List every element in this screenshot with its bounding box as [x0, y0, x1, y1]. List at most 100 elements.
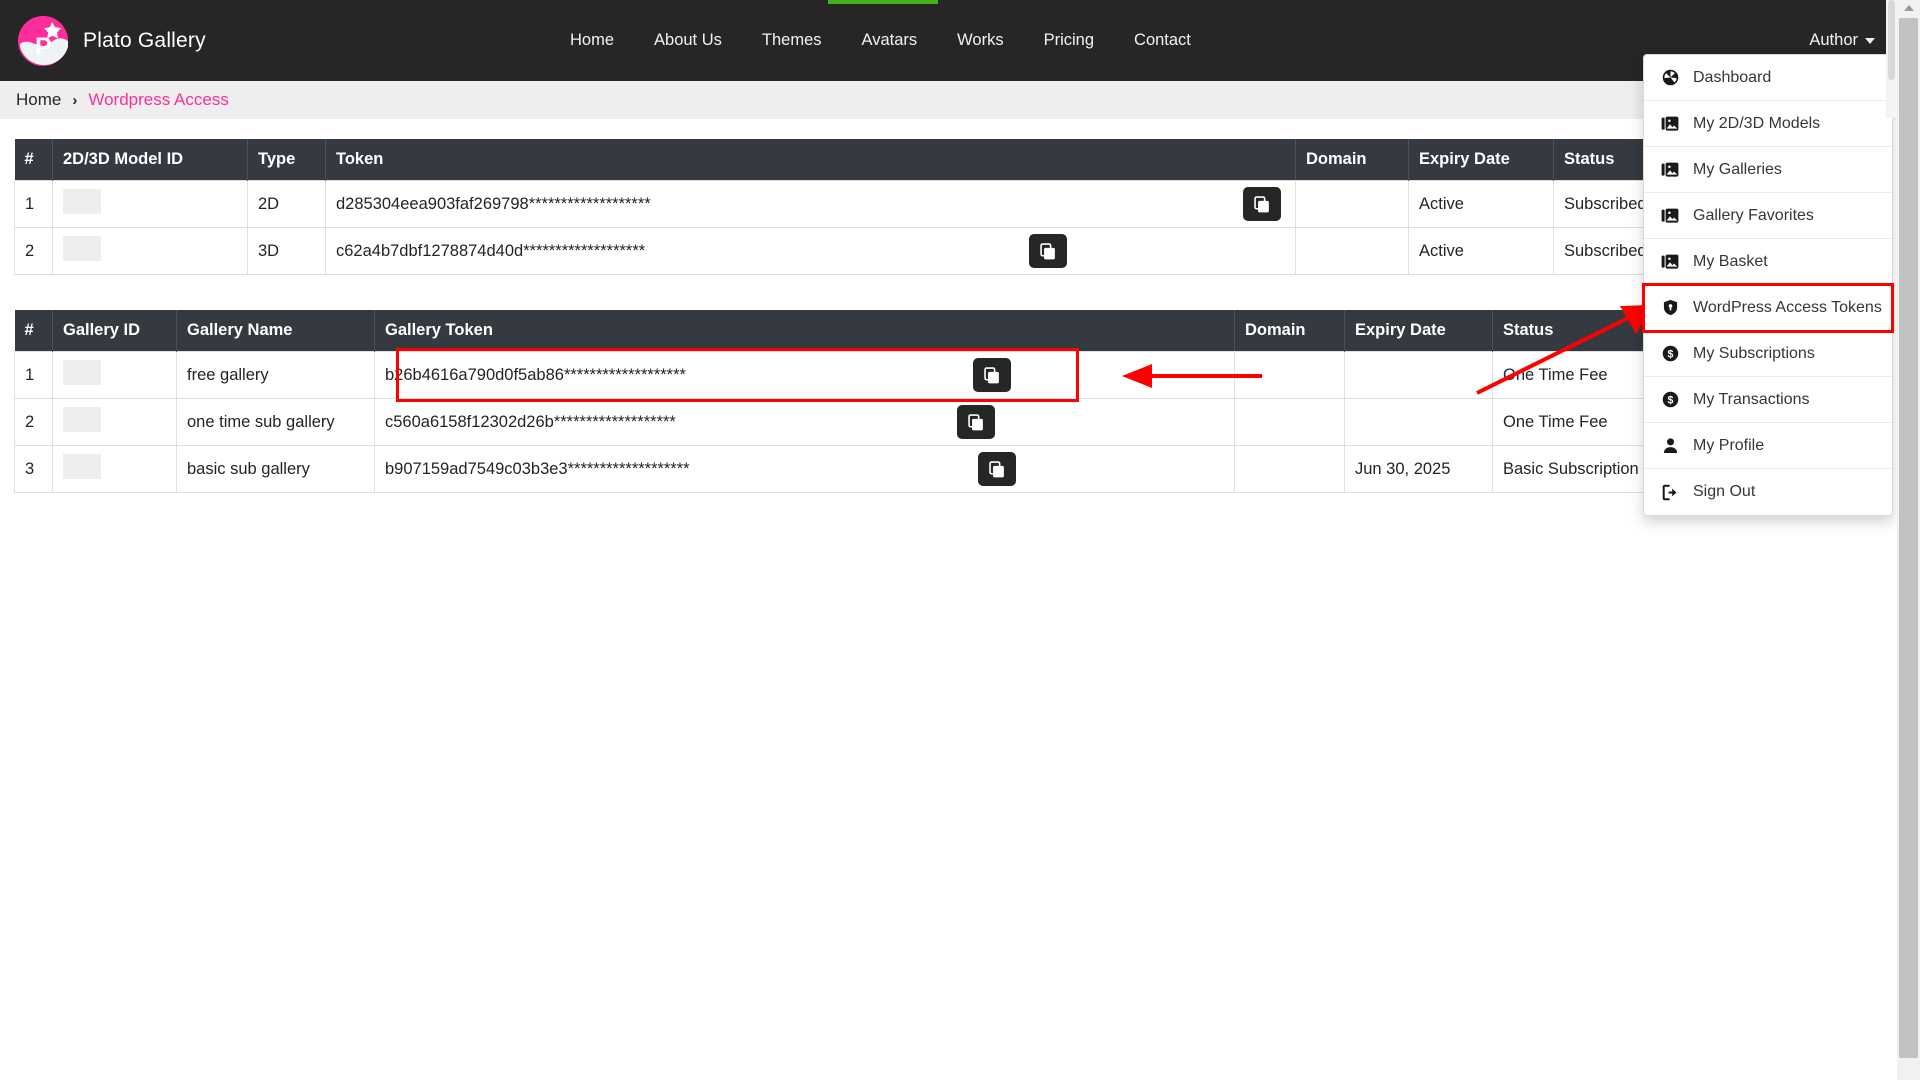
menu-item-my-galleries[interactable]: My Galleries: [1644, 147, 1892, 193]
cell-type: 2D: [247, 180, 326, 228]
cell-domain: [1234, 398, 1345, 446]
col-header-model-id: 2D/3D Model ID: [52, 139, 248, 181]
table-row: 2 one time sub gallery c560a6158f12302d2…: [14, 398, 1887, 446]
gallery-access-tokens-table: # Gallery ID Gallery Name Gallery Token …: [14, 310, 1887, 493]
copy-icon: [967, 413, 983, 430]
copy-token-button[interactable]: [978, 452, 1016, 486]
page-scrollbar-thumb[interactable]: [1899, 18, 1918, 1058]
main-navigation: Home About Us Themes Avatars Works Prici…: [550, 0, 1211, 81]
copy-token-button[interactable]: [957, 405, 995, 439]
masked-id-box: [63, 189, 101, 214]
page-scrollbar[interactable]: [1897, 0, 1920, 1080]
inner-scrollbar[interactable]: [1886, 0, 1897, 118]
menu-item-label: WordPress Access Tokens: [1693, 298, 1882, 316]
col-header-num: #: [14, 310, 53, 352]
svg-text:P: P: [35, 33, 52, 61]
cell-num: 1: [14, 180, 53, 228]
page-loading-bar: [828, 0, 938, 4]
inner-scrollbar-thumb[interactable]: [1888, 0, 1895, 80]
table-row: 3 basic sub gallery b907159ad7549c03b3e3…: [14, 445, 1887, 493]
menu-item-label: Gallery Favorites: [1693, 206, 1814, 224]
image-stack-icon: [1660, 114, 1680, 134]
menu-item-dashboard[interactable]: Dashboard: [1644, 55, 1892, 101]
nav-link-home[interactable]: Home: [550, 0, 634, 81]
cell-token: d285304eea903faf269798******************…: [325, 180, 1296, 228]
masked-id-box: [63, 454, 101, 479]
cell-domain: [1234, 351, 1345, 399]
cell-gallery-token: b26b4616a790d0f5ab86*******************: [374, 351, 1235, 399]
menu-item-label: Dashboard: [1693, 68, 1772, 86]
copy-icon: [983, 366, 999, 383]
nav-link-about-us[interactable]: About Us: [634, 0, 742, 81]
breadcrumb: Home › Wordpress Access: [0, 81, 1897, 119]
menu-item-label: My Subscriptions: [1693, 344, 1815, 362]
top-navbar: P Plato Gallery Home About Us Themes Ava…: [0, 0, 1897, 81]
cell-model-id: [52, 227, 248, 275]
cell-gallery-id: [52, 398, 177, 446]
menu-item-my-2d-3d-models[interactable]: My 2D/3D Models: [1644, 101, 1892, 147]
table-header-row: # 2D/3D Model ID Type Token Domain Expir…: [14, 139, 1887, 181]
cell-num: 2: [14, 227, 53, 275]
copy-icon: [988, 460, 1004, 477]
cell-expiry: Jun 30, 2025: [1344, 445, 1493, 493]
menu-item-gallery-favorites[interactable]: Gallery Favorites: [1644, 193, 1892, 239]
nav-link-avatars[interactable]: Avatars: [842, 0, 938, 81]
cell-token: c62a4b7dbf1278874d40d*******************: [325, 227, 1296, 275]
menu-item-label: My Basket: [1693, 252, 1768, 270]
menu-item-my-transactions[interactable]: $ My Transactions: [1644, 377, 1892, 423]
col-header-domain: Domain: [1295, 139, 1409, 181]
nav-link-works[interactable]: Works: [937, 0, 1023, 81]
copy-token-button[interactable]: [1243, 187, 1281, 221]
token-text: d285304eea903faf269798******************…: [336, 194, 651, 213]
brand-logo-link[interactable]: P Plato Gallery: [16, 14, 206, 68]
col-header-domain: Domain: [1234, 310, 1345, 352]
nav-link-contact[interactable]: Contact: [1114, 0, 1211, 81]
copy-token-button[interactable]: [973, 358, 1011, 392]
col-header-expiry: Expiry Date: [1344, 310, 1493, 352]
menu-item-my-profile[interactable]: My Profile: [1644, 423, 1892, 469]
cell-gallery-name: free gallery: [176, 351, 375, 399]
account-dropdown-menu: Dashboard My 2D/3D Models My Galleries G…: [1642, 54, 1894, 516]
shield-icon: [1660, 298, 1680, 318]
cell-expiry: Active: [1408, 227, 1554, 275]
table-row: 1 2D d285304eea903faf269798*************…: [14, 180, 1887, 228]
cell-domain: [1295, 227, 1409, 275]
dollar-circle-icon: $: [1660, 344, 1680, 364]
svg-text:$: $: [1667, 395, 1673, 407]
masked-id-box: [63, 407, 101, 432]
image-stack-icon: [1660, 252, 1680, 272]
table-row: 1 free gallery b26b4616a790d0f5ab86*****…: [14, 351, 1887, 399]
menu-item-wordpress-access-tokens[interactable]: WordPress Access Tokens: [1642, 283, 1894, 333]
page-root: P Plato Gallery Home About Us Themes Ava…: [0, 0, 1920, 1080]
copy-icon: [1253, 195, 1269, 212]
scroll-up-arrow-icon[interactable]: [1903, 5, 1914, 11]
token-text: b26b4616a790d0f5ab86*******************: [385, 365, 686, 384]
models-access-tokens-table: # 2D/3D Model ID Type Token Domain Expir…: [14, 139, 1887, 275]
cell-gallery-token: b907159ad7549c03b3e3*******************: [374, 445, 1235, 493]
menu-item-my-basket[interactable]: My Basket: [1644, 239, 1892, 285]
menu-item-my-subscriptions[interactable]: $ My Subscriptions: [1644, 331, 1892, 377]
menu-item-sign-out[interactable]: Sign Out: [1644, 469, 1892, 515]
masked-id-box: [63, 360, 101, 385]
cell-gallery-token: c560a6158f12302d26b*******************: [374, 398, 1235, 446]
dashboard-icon: [1660, 68, 1680, 88]
cell-expiry: [1344, 351, 1493, 399]
cell-gallery-id: [52, 445, 177, 493]
nav-link-themes[interactable]: Themes: [742, 0, 842, 81]
copy-token-button[interactable]: [1029, 234, 1067, 268]
breadcrumb-home-link[interactable]: Home: [16, 90, 61, 110]
menu-item-label: My Galleries: [1693, 160, 1782, 178]
menu-item-label: Sign Out: [1693, 483, 1756, 500]
cell-domain: [1295, 180, 1409, 228]
table-row: 2 3D c62a4b7dbf1278874d40d**************…: [14, 227, 1887, 275]
cell-gallery-name: one time sub gallery: [176, 398, 375, 446]
image-stack-icon: [1660, 206, 1680, 226]
breadcrumb-current-page: Wordpress Access: [88, 90, 229, 109]
cell-gallery-name: basic sub gallery: [176, 445, 375, 493]
cell-expiry: Active: [1408, 180, 1554, 228]
account-label: Author: [1809, 31, 1858, 49]
menu-item-label: My Transactions: [1693, 390, 1810, 408]
nav-link-pricing[interactable]: Pricing: [1024, 0, 1114, 81]
masked-id-box: [63, 236, 101, 261]
token-text: c560a6158f12302d26b*******************: [385, 412, 676, 431]
